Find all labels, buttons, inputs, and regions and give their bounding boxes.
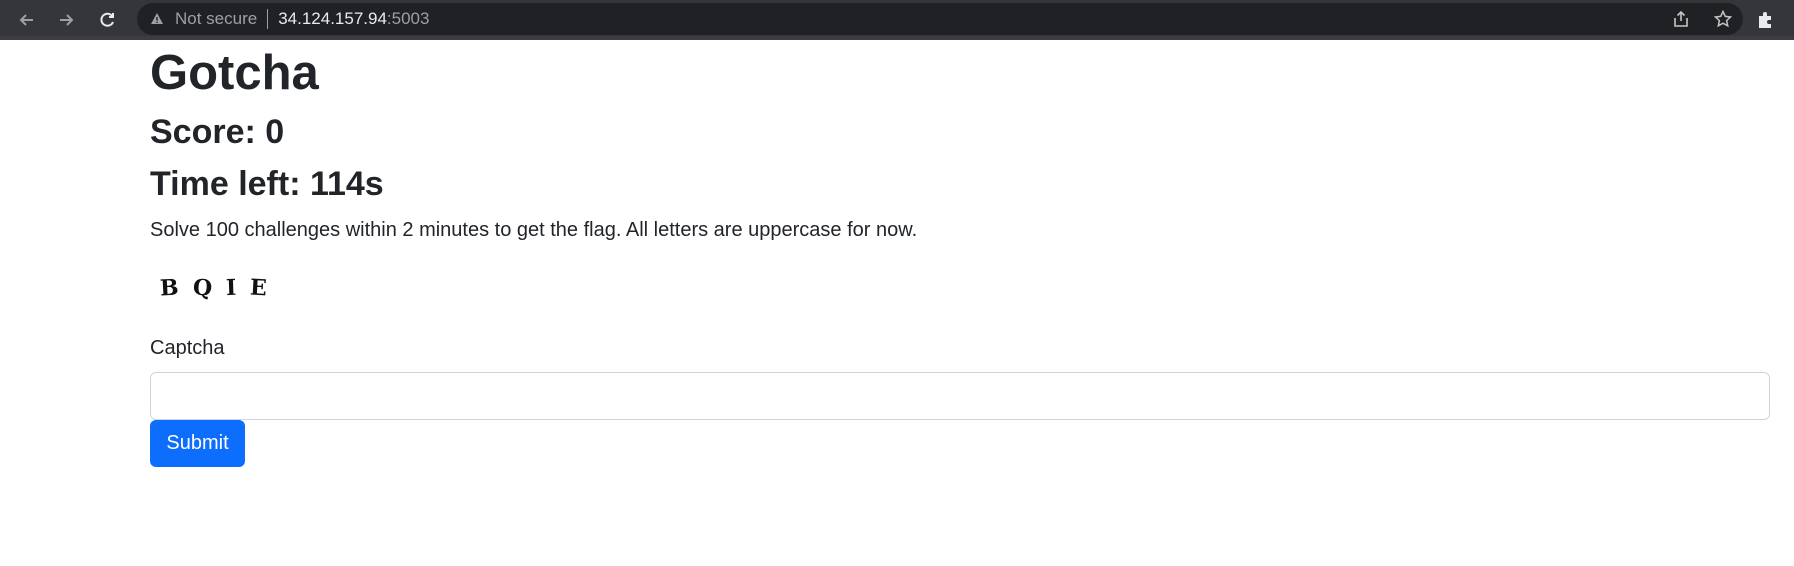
captcha-letter: Q — [191, 274, 213, 302]
forward-arrow-icon[interactable] — [53, 6, 81, 34]
back-arrow-icon[interactable] — [12, 6, 40, 34]
warning-icon[interactable] — [149, 11, 165, 27]
instructions-text: Solve 100 challenges within 2 minutes to… — [150, 219, 918, 241]
browser-toolbar: Not secure 34.124.157.94:5003 — [0, 0, 1794, 40]
captcha-letter: I — [225, 274, 237, 302]
page-content: Gotcha Score: 0 Time left: 114s Solve 10… — [150, 40, 1770, 467]
share-icon[interactable] — [1671, 9, 1691, 29]
address-bar[interactable]: Not secure 34.124.157.94:5003 — [137, 3, 1743, 35]
submit-button[interactable]: Submit — [150, 420, 245, 467]
divider — [267, 9, 269, 29]
security-status-text[interactable]: Not secure — [175, 9, 257, 29]
extensions-puzzle-icon[interactable] — [1754, 8, 1778, 32]
captcha-input[interactable] — [150, 372, 1770, 420]
captcha-letter: E — [249, 274, 268, 302]
reload-icon[interactable] — [93, 6, 121, 34]
captcha-image: B Q I E — [150, 268, 290, 308]
url-host: 34.124.157.94 — [278, 9, 387, 28]
captcha-field-label: Captcha — [150, 337, 225, 359]
page-title: Gotcha — [150, 46, 319, 100]
url-port: :5003 — [386, 9, 430, 28]
bookmark-star-icon[interactable] — [1713, 9, 1733, 29]
captcha-letter: B — [159, 274, 180, 302]
time-left-heading: Time left: 114s — [150, 165, 384, 203]
score-heading: Score: 0 — [150, 113, 285, 151]
